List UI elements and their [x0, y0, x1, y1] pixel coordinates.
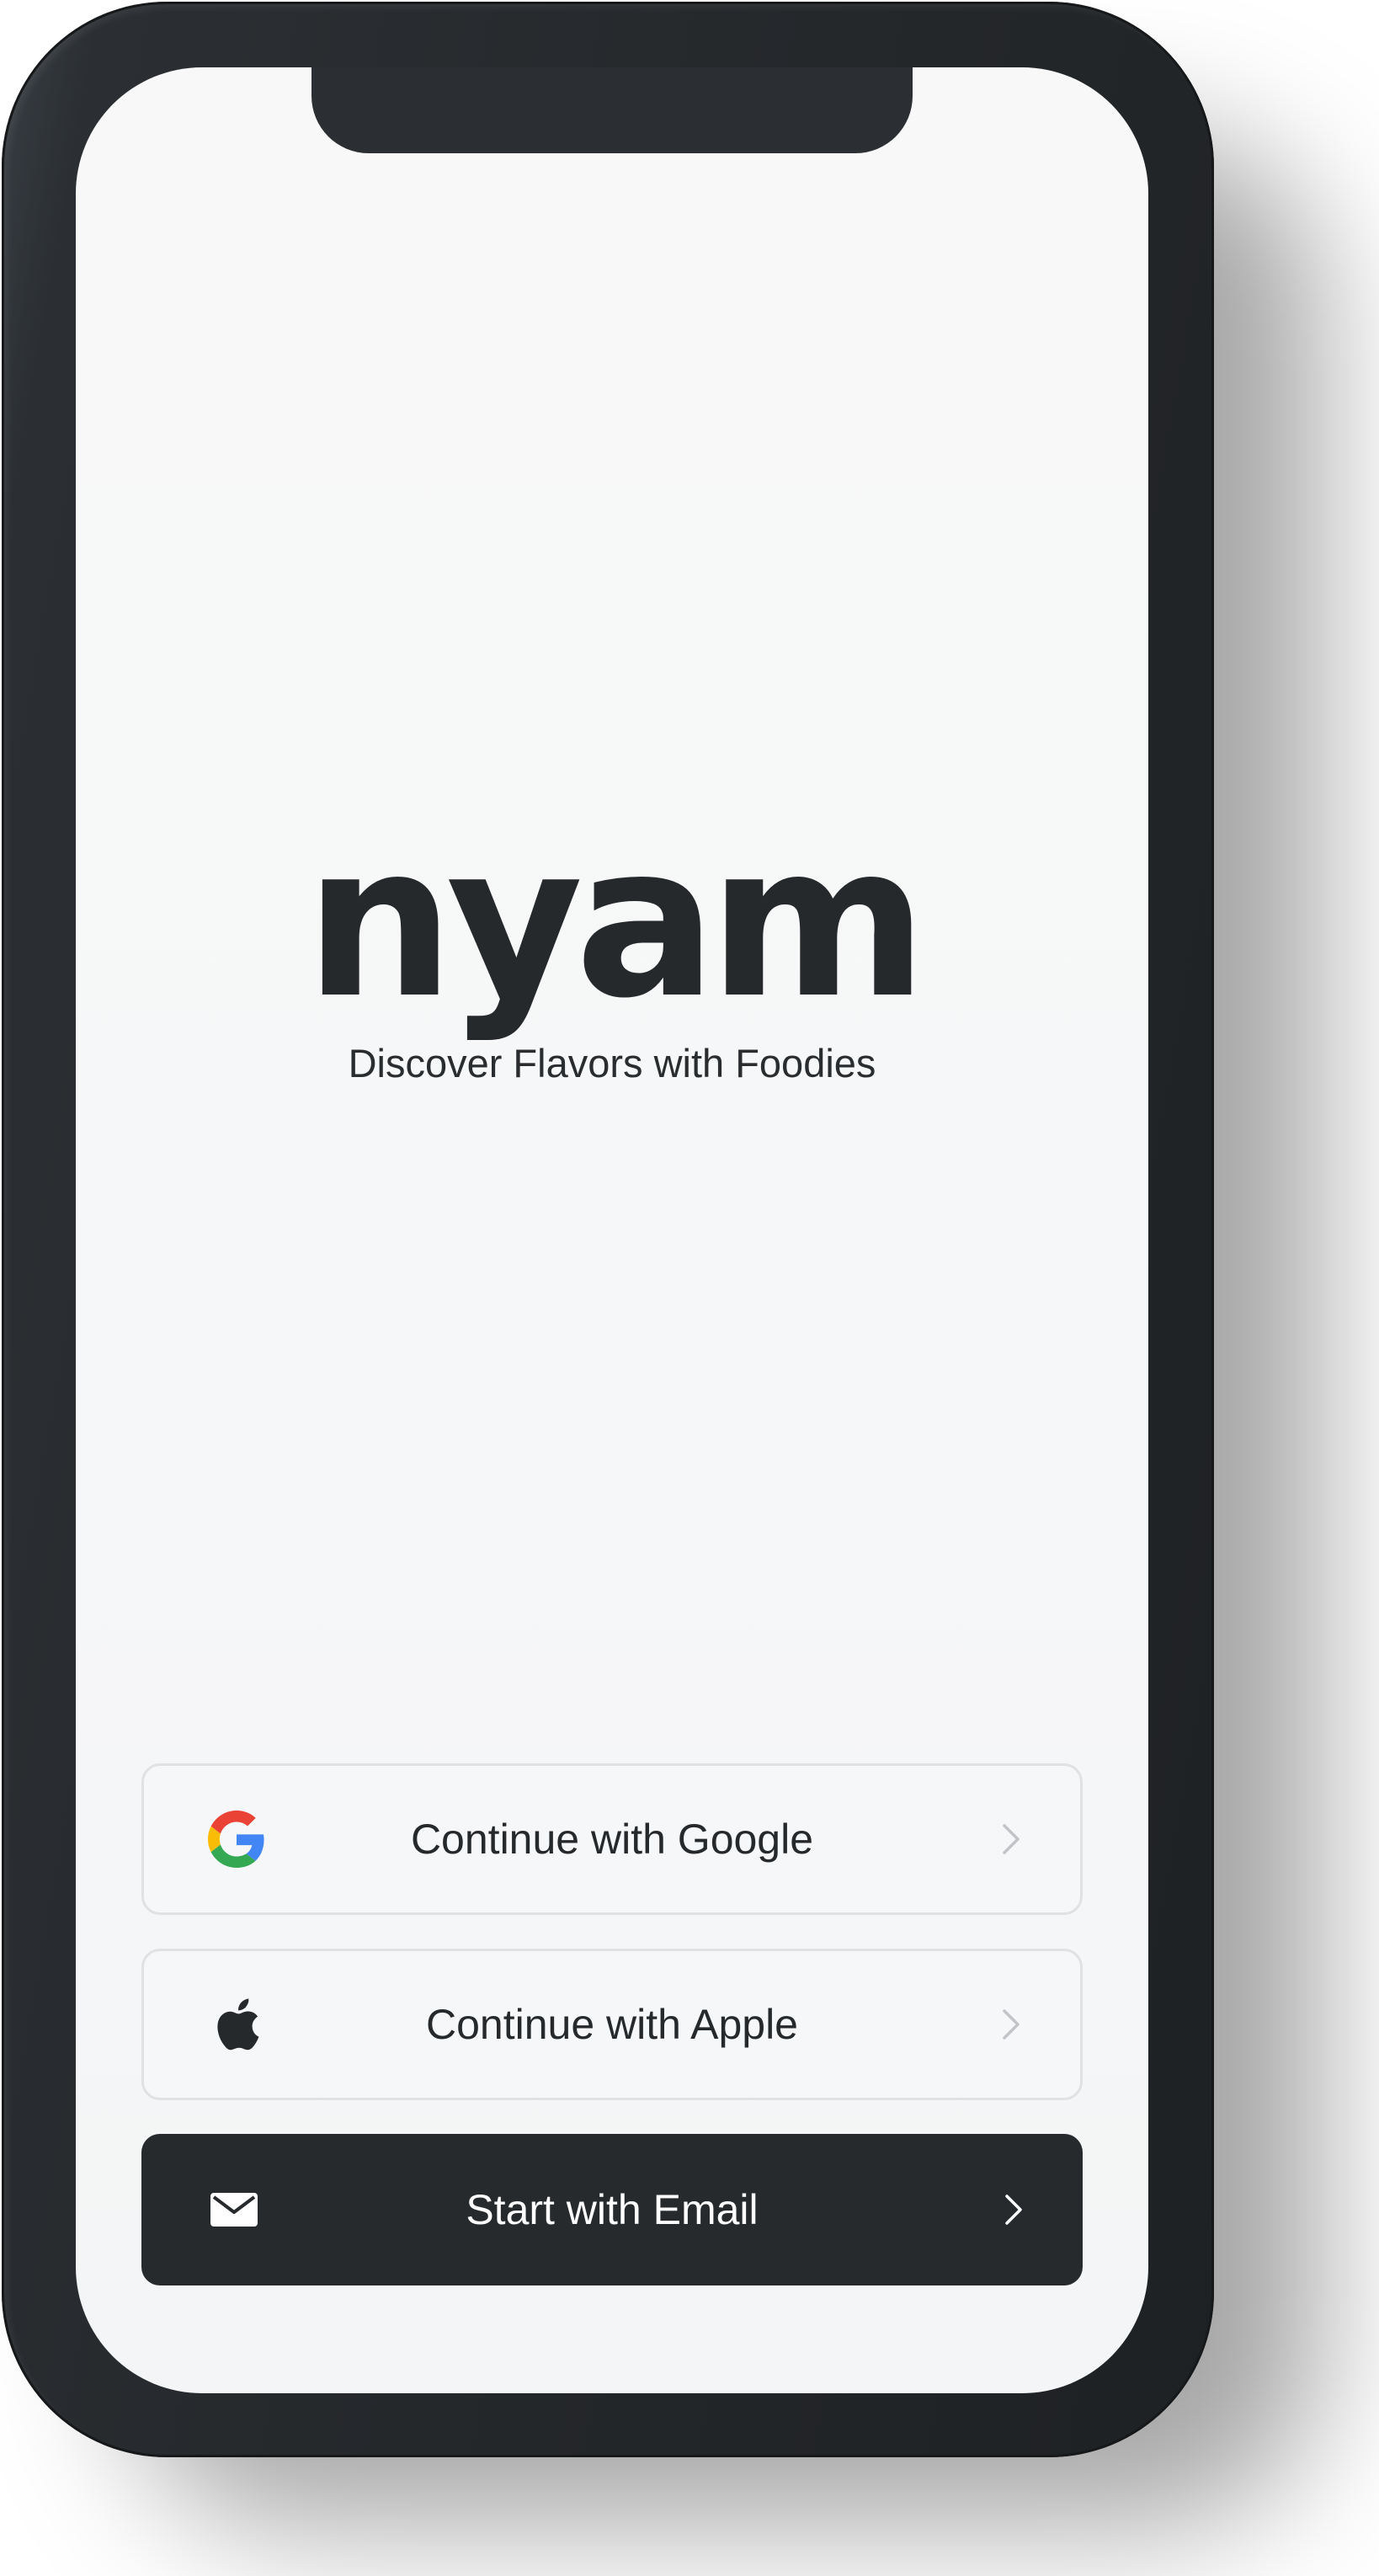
app-tagline: Discover Flavors with Foodies [348, 1041, 876, 1085]
continue-with-google-button[interactable]: Continue with Google [141, 1763, 1083, 1915]
start-with-email-button[interactable]: Start with Email [141, 2134, 1083, 2285]
google-button-label: Continue with Google [410, 1816, 814, 1863]
chevron-right-icon [1003, 1824, 1020, 1854]
continue-with-apple-button[interactable]: Continue with Apple [141, 1949, 1083, 2100]
chevron-right-icon [1003, 2009, 1020, 2040]
app-screen: nyam Discover Flavors with Foodies Conti… [76, 67, 1148, 2393]
apple-button-label: Continue with Apple [426, 2001, 798, 2048]
phone-frame: nyam Discover Flavors with Foodies Conti… [2, 2, 1214, 2457]
chevron-right-icon [1005, 2195, 1022, 2225]
app-logo: nyam [304, 799, 928, 1044]
email-button-label: Start with Email [466, 2186, 759, 2233]
phone-notch [311, 67, 913, 153]
